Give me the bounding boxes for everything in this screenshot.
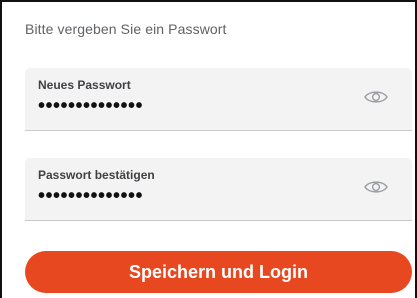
form-instruction: Bitte vergeben Sie ein Passwort — [25, 21, 227, 37]
new-password-label: Neues Passwort — [38, 78, 131, 92]
confirm-password-label: Passwort bestätigen — [38, 168, 155, 182]
confirm-password-field[interactable]: Passwort bestätigen •••••••••••••• — [25, 158, 412, 221]
new-password-value[interactable]: •••••••••••••• — [38, 94, 143, 118]
save-and-login-button[interactable]: Speichern und Login — [25, 251, 412, 293]
confirm-password-value[interactable]: •••••••••••••• — [38, 184, 143, 208]
new-password-field[interactable]: Neues Passwort •••••••••••••• — [25, 68, 412, 131]
eye-icon[interactable] — [364, 179, 388, 195]
eye-icon[interactable] — [364, 89, 388, 105]
form-frame: Bitte vergeben Sie ein Passwort Neues Pa… — [0, 0, 417, 298]
